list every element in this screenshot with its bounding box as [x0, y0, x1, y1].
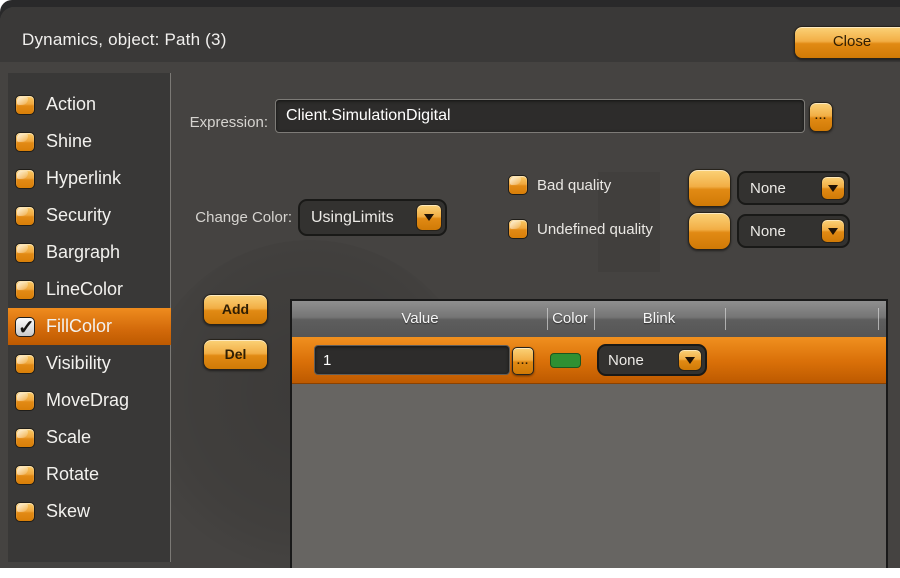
dialog-title: Dynamics, object: Path (3): [22, 7, 227, 67]
sidebar-item-label: LineColor: [46, 279, 123, 300]
checkbox-icon[interactable]: [15, 169, 35, 189]
checkbox-icon[interactable]: [15, 132, 35, 152]
add-button[interactable]: Add: [203, 294, 268, 325]
color-rules-table: Value Color Blink 1 ... None: [290, 299, 888, 568]
sidebar-item-action[interactable]: Action: [8, 86, 170, 123]
row-value-input[interactable]: 1: [314, 345, 510, 375]
change-color-label: Change Color:: [160, 200, 292, 236]
bad-quality-dropdown[interactable]: None: [737, 171, 850, 205]
undefined-quality-color-button[interactable]: [688, 212, 731, 250]
sidebar-item-label: Scale: [46, 427, 91, 448]
sidebar-item-visibility[interactable]: Visibility: [8, 345, 170, 382]
sidebar-item-hyperlink[interactable]: Hyperlink: [8, 160, 170, 197]
close-button[interactable]: Close: [794, 26, 900, 59]
chevron-down-icon[interactable]: [821, 176, 845, 200]
expression-browse-button[interactable]: ...: [809, 102, 833, 132]
sidebar-item-movedrag[interactable]: MoveDrag: [8, 382, 170, 419]
checkbox-icon[interactable]: [15, 502, 35, 522]
sidebar-item-fillcolor[interactable]: ✓ FillColor: [8, 308, 171, 345]
del-button[interactable]: Del: [203, 339, 268, 370]
screen: { "colors": { "accent_orange": "#e8891c"…: [0, 0, 900, 578]
undefined-quality-label: Undefined quality: [537, 221, 653, 238]
bad-quality-checkbox-icon[interactable]: [508, 175, 528, 195]
column-separator: [594, 308, 595, 330]
expression-value: Client.SimulationDigital: [286, 107, 451, 125]
sidebar-item-skew[interactable]: Skew: [8, 493, 170, 530]
sidebar-item-label: Action: [46, 94, 96, 115]
bad-quality-dropdown-value: None: [739, 180, 786, 197]
sidebar-item-bargraph[interactable]: Bargraph: [8, 234, 170, 271]
sidebar-item-security[interactable]: Security: [8, 197, 170, 234]
sidebar-item-label: Security: [46, 205, 111, 226]
sidebar-item-label: Bargraph: [46, 242, 120, 263]
chevron-down-icon[interactable]: [821, 219, 845, 243]
checkbox-icon[interactable]: [15, 206, 35, 226]
titlebar: Dynamics, object: Path (3) Close: [0, 7, 900, 62]
undefined-quality-dropdown-value: None: [739, 223, 786, 240]
sidebar-item-label: Hyperlink: [46, 168, 121, 189]
row-blink-value: None: [599, 352, 644, 369]
checkbox-icon[interactable]: [15, 95, 35, 115]
checkbox-icon[interactable]: [15, 428, 35, 448]
table-header: Value Color Blink: [292, 301, 886, 338]
checkbox-icon[interactable]: [15, 354, 35, 374]
bad-quality-color-button[interactable]: [688, 169, 731, 207]
change-color-value: UsingLimits: [300, 209, 394, 227]
column-header-color: Color: [552, 301, 588, 337]
checkbox-icon[interactable]: [15, 391, 35, 411]
row-blink-dropdown[interactable]: None: [597, 344, 707, 376]
change-color-dropdown[interactable]: UsingLimits: [298, 199, 447, 236]
sidebar-item-label: Skew: [46, 501, 90, 522]
column-header-value: Value: [401, 301, 438, 337]
column-header-blink: Blink: [643, 301, 676, 337]
sidebar-item-label: Visibility: [46, 353, 111, 374]
bad-quality-row: Bad quality: [508, 170, 611, 200]
column-separator: [547, 308, 548, 330]
checkbox-icon[interactable]: [15, 243, 35, 263]
checked-checkbox-icon[interactable]: ✓: [15, 317, 35, 337]
sidebar-item-shine[interactable]: Shine: [8, 123, 170, 160]
sidebar-item-scale[interactable]: Scale: [8, 419, 170, 456]
chevron-down-icon[interactable]: [678, 349, 702, 371]
expression-label: Expression:: [150, 106, 268, 140]
column-separator: [878, 308, 879, 330]
sidebar-item-label: Shine: [46, 131, 92, 152]
dynamics-sidebar: Action Shine Hyperlink Security Bargraph…: [8, 73, 171, 562]
expression-input[interactable]: Client.SimulationDigital: [275, 99, 805, 133]
sidebar-item-linecolor[interactable]: LineColor: [8, 271, 170, 308]
row-browse-button[interactable]: ...: [512, 347, 534, 375]
column-separator: [725, 308, 726, 330]
undefined-quality-row: Undefined quality: [508, 214, 653, 244]
sidebar-item-label: FillColor: [46, 316, 112, 337]
checkbox-icon[interactable]: [15, 465, 35, 485]
bad-quality-label: Bad quality: [537, 177, 611, 194]
undefined-quality-checkbox-icon[interactable]: [508, 219, 528, 239]
dynamics-dialog: Dynamics, object: Path (3) Close Action …: [0, 7, 900, 568]
row-color-swatch[interactable]: [550, 353, 581, 368]
sidebar-item-label: MoveDrag: [46, 390, 129, 411]
chevron-down-icon[interactable]: [416, 204, 442, 231]
sidebar-item-label: Rotate: [46, 464, 99, 485]
table-row[interactable]: 1 ... None: [292, 337, 886, 384]
row-value: 1: [323, 352, 331, 369]
checkmark-icon: ✓: [18, 315, 35, 340]
checkbox-icon[interactable]: [15, 280, 35, 300]
undefined-quality-dropdown[interactable]: None: [737, 214, 850, 248]
sidebar-item-rotate[interactable]: Rotate: [8, 456, 170, 493]
